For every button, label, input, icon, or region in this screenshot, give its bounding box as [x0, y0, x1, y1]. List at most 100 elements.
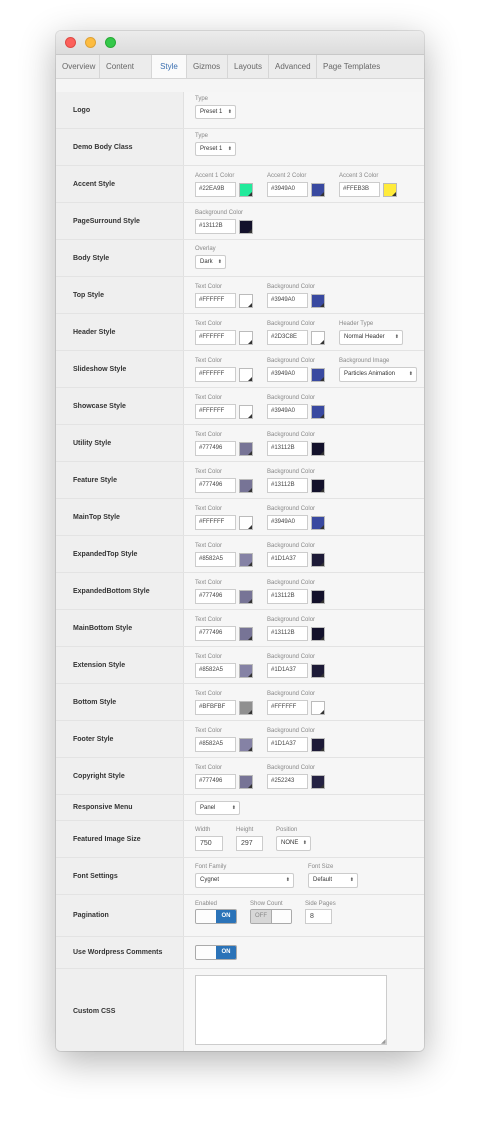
- resize-grip-icon[interactable]: ◢: [381, 1038, 386, 1045]
- background-color-input[interactable]: #FFFFFF: [267, 700, 308, 715]
- text-color-swatch[interactable]: [239, 293, 253, 308]
- background-color-input[interactable]: #13112B: [267, 441, 308, 456]
- background-color-input[interactable]: #3949A0: [267, 367, 308, 382]
- text-color-swatch[interactable]: [239, 700, 253, 715]
- pagination-enabled-toggle[interactable]: ON: [195, 909, 237, 924]
- background-color-swatch[interactable]: [311, 367, 325, 382]
- background-color-label: Background Color: [267, 580, 316, 586]
- background-color-swatch[interactable]: [311, 404, 325, 419]
- background-color-input[interactable]: #13112B: [195, 219, 236, 234]
- tab-style[interactable]: Style: [152, 55, 187, 78]
- custom-css-textarea[interactable]: [195, 975, 387, 1045]
- background-color-swatch[interactable]: [311, 663, 325, 678]
- row-extension-style: Extension Style Text Color #8582A5 Backgrou…: [56, 647, 424, 684]
- text-color-input[interactable]: #FFFFFF: [195, 367, 236, 382]
- text-color-swatch[interactable]: [239, 663, 253, 678]
- show-count-toggle[interactable]: OFF: [250, 909, 292, 924]
- close-window-icon[interactable]: [65, 37, 76, 48]
- responsive-menu-select[interactable]: Panel ⬍: [195, 801, 240, 815]
- background-color-input[interactable]: #1D1A37: [267, 552, 308, 567]
- text-color-swatch[interactable]: [239, 589, 253, 604]
- background-color-swatch[interactable]: [311, 330, 325, 345]
- background-color-input[interactable]: #2D3C8E: [267, 330, 308, 345]
- text-color-input[interactable]: #777496: [195, 478, 236, 493]
- text-color-swatch[interactable]: [239, 367, 253, 382]
- side-pages-input[interactable]: 8: [305, 909, 332, 924]
- minimize-window-icon[interactable]: [85, 37, 96, 48]
- text-color-input[interactable]: #BFBFBF: [195, 700, 236, 715]
- tab-page-templates[interactable]: Page Templates: [317, 55, 393, 78]
- text-color-input[interactable]: #FFFFFF: [195, 404, 236, 419]
- background-color-input[interactable]: #3949A0: [267, 404, 308, 419]
- accent-3-input[interactable]: #FFEB3B: [339, 182, 380, 197]
- background-color-input[interactable]: #1D1A37: [267, 737, 308, 752]
- background-color-input[interactable]: #13112B: [267, 589, 308, 604]
- width-input[interactable]: 750: [195, 836, 223, 851]
- demo-body-class-select[interactable]: Preset 1 ⬍: [195, 142, 236, 156]
- logo-type-select[interactable]: Preset 1 ⬍: [195, 105, 236, 119]
- accent-2-input[interactable]: #3949A0: [267, 182, 308, 197]
- text-color-swatch[interactable]: [239, 774, 253, 789]
- text-color-input[interactable]: #777496: [195, 774, 236, 789]
- chevron-updown-icon: ⬍: [227, 146, 232, 152]
- background-color-swatch[interactable]: [311, 589, 325, 604]
- text-color-swatch[interactable]: [239, 552, 253, 567]
- background-color-input[interactable]: #13112B: [267, 626, 308, 641]
- background-color-input[interactable]: #1D1A37: [267, 663, 308, 678]
- accent-1-label: Accent 1 Color: [195, 173, 235, 179]
- text-color-input[interactable]: #777496: [195, 441, 236, 456]
- accent-1-input[interactable]: #22EA9B: [195, 182, 236, 197]
- text-color-swatch[interactable]: [239, 515, 253, 530]
- tab-gizmos[interactable]: Gizmos: [187, 55, 228, 78]
- text-color-input[interactable]: #777496: [195, 626, 236, 641]
- background-color-input[interactable]: #3949A0: [267, 293, 308, 308]
- background-color-input[interactable]: #13112B: [267, 478, 308, 493]
- text-color-swatch[interactable]: [239, 441, 253, 456]
- font-size-select[interactable]: Default ⬍: [308, 873, 358, 888]
- row-font-settings: Font Settings Font Family Cygnet ⬍ Font S…: [56, 858, 424, 895]
- background-color-swatch[interactable]: [311, 626, 325, 641]
- text-color-input[interactable]: #777496: [195, 589, 236, 604]
- text-color-swatch[interactable]: [239, 626, 253, 641]
- text-color-swatch[interactable]: [239, 737, 253, 752]
- header-type-select[interactable]: Normal Header ⬍: [339, 330, 403, 345]
- font-family-select[interactable]: Cygnet ⬍: [195, 873, 294, 888]
- background-color-swatch[interactable]: [311, 478, 325, 493]
- background-color-swatch[interactable]: [311, 293, 325, 308]
- text-color-swatch[interactable]: [239, 478, 253, 493]
- tab-advanced[interactable]: Advanced: [269, 55, 317, 78]
- text-color-input[interactable]: #FFFFFF: [195, 330, 236, 345]
- background-color-label: Background Color: [267, 543, 316, 549]
- text-color-swatch[interactable]: [239, 404, 253, 419]
- background-color-swatch[interactable]: [311, 700, 325, 715]
- background-color-swatch[interactable]: [239, 219, 253, 234]
- zoom-window-icon[interactable]: [105, 37, 116, 48]
- background-color-label: Background Color: [267, 654, 316, 660]
- text-color-input[interactable]: #8582A5: [195, 737, 236, 752]
- background-color-input[interactable]: #3949A0: [267, 515, 308, 530]
- background-color-swatch[interactable]: [311, 774, 325, 789]
- background-image-select[interactable]: Particles Animation ⬍: [339, 367, 417, 382]
- background-color-swatch[interactable]: [311, 515, 325, 530]
- height-input[interactable]: 297: [236, 836, 263, 851]
- tab-layouts[interactable]: Layouts: [228, 55, 269, 78]
- text-color-input[interactable]: #8582A5: [195, 552, 236, 567]
- text-color-input[interactable]: #FFFFFF: [195, 293, 236, 308]
- width-label: Width: [195, 827, 211, 833]
- tab-content[interactable]: Content: [100, 55, 152, 78]
- tab-overview[interactable]: Overview: [56, 55, 100, 78]
- position-select[interactable]: NONE ⬍: [276, 836, 311, 851]
- accent-3-swatch[interactable]: [383, 182, 397, 197]
- background-color-input[interactable]: #252243: [267, 774, 308, 789]
- overlay-select[interactable]: Dark ⬍: [195, 255, 226, 269]
- wordpress-comments-toggle[interactable]: ON: [195, 945, 237, 960]
- text-color-swatch[interactable]: [239, 330, 253, 345]
- text-color-input[interactable]: #FFFFFF: [195, 515, 236, 530]
- background-color-swatch[interactable]: [311, 552, 325, 567]
- text-color-label: Text Color: [195, 765, 223, 771]
- accent-1-swatch[interactable]: [239, 182, 253, 197]
- text-color-input[interactable]: #8582A5: [195, 663, 236, 678]
- background-color-swatch[interactable]: [311, 737, 325, 752]
- accent-2-swatch[interactable]: [311, 182, 325, 197]
- background-color-swatch[interactable]: [311, 441, 325, 456]
